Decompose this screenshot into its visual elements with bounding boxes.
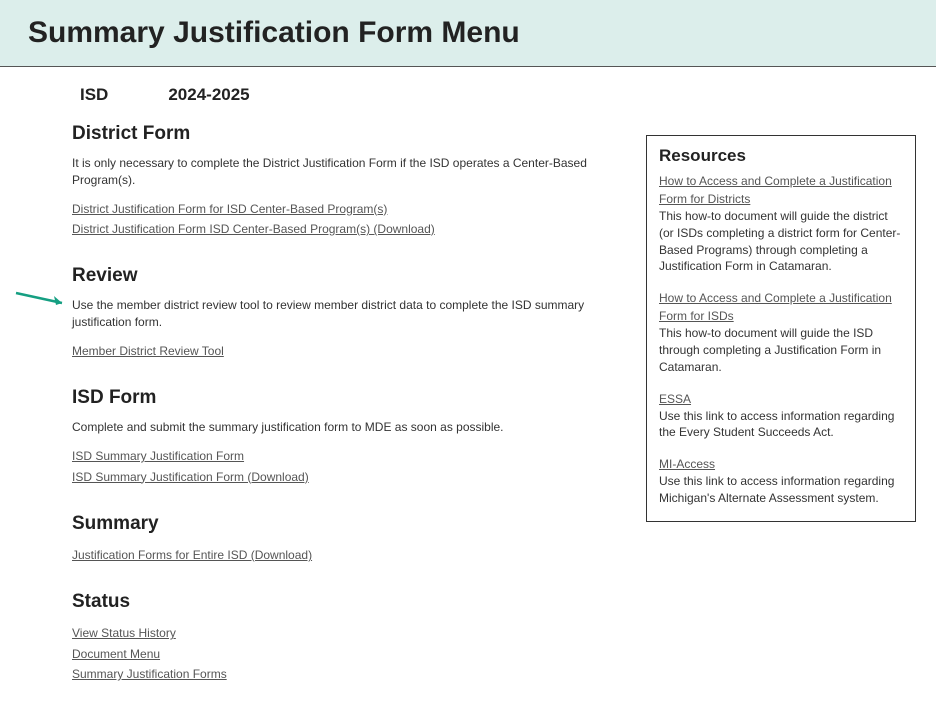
link-document-menu[interactable]: Document Menu bbox=[72, 644, 606, 664]
resources-box: Resources How to Access and Complete a J… bbox=[646, 135, 916, 522]
link-summary-justification-forms[interactable]: Summary Justification Forms bbox=[72, 664, 606, 684]
resource-desc: This how-to document will guide the ISD … bbox=[659, 325, 903, 375]
link-justification-forms-entire-isd-download[interactable]: Justification Forms for Entire ISD (Down… bbox=[72, 545, 606, 565]
section-desc: Use the member district review tool to r… bbox=[72, 297, 606, 331]
resource-link-essa[interactable]: ESSA bbox=[659, 392, 691, 406]
section-heading: Review bbox=[72, 265, 606, 287]
section-heading: District Form bbox=[72, 123, 606, 145]
breadcrumb-year: 2024-2025 bbox=[168, 85, 249, 105]
section-isd-form: ISD Form Complete and submit the summary… bbox=[72, 387, 606, 487]
resource-link-howto-districts[interactable]: How to Access and Complete a Justificati… bbox=[659, 174, 892, 206]
link-list: View Status History Document Menu Summar… bbox=[72, 623, 606, 684]
link-isd-summary-justification-form-download[interactable]: ISD Summary Justification Form (Download… bbox=[72, 467, 606, 487]
section-district-form: District Form It is only necessary to co… bbox=[72, 123, 606, 239]
resource-desc: Use this link to access information rega… bbox=[659, 473, 903, 507]
section-status: Status View Status History Document Menu… bbox=[72, 591, 606, 684]
section-summary: Summary Justification Forms for Entire I… bbox=[72, 513, 606, 565]
breadcrumb: ISD 2024-2025 bbox=[0, 67, 936, 123]
content-wrapper: District Form It is only necessary to co… bbox=[0, 123, 936, 711]
link-member-district-review-tool[interactable]: Member District Review Tool bbox=[72, 341, 606, 361]
link-district-justification-form[interactable]: District Justification Form for ISD Cent… bbox=[72, 199, 606, 219]
link-list: District Justification Form for ISD Cent… bbox=[72, 199, 606, 240]
resource-link-miaccess[interactable]: MI-Access bbox=[659, 457, 715, 471]
link-isd-summary-justification-form[interactable]: ISD Summary Justification Form bbox=[72, 446, 606, 466]
resource-item: How to Access and Complete a Justificati… bbox=[659, 289, 903, 375]
resource-desc: Use this link to access information rega… bbox=[659, 408, 903, 442]
section-heading: Status bbox=[72, 591, 606, 613]
breadcrumb-org: ISD bbox=[80, 85, 108, 105]
link-list: Justification Forms for Entire ISD (Down… bbox=[72, 545, 606, 565]
resource-desc: This how-to document will guide the dist… bbox=[659, 208, 903, 275]
page-title: Summary Justification Form Menu bbox=[28, 16, 908, 50]
section-desc: It is only necessary to complete the Dis… bbox=[72, 155, 606, 189]
resource-item: How to Access and Complete a Justificati… bbox=[659, 172, 903, 275]
resource-item: MI-Access Use this link to access inform… bbox=[659, 455, 903, 507]
link-list: ISD Summary Justification Form ISD Summa… bbox=[72, 446, 606, 487]
section-heading: Summary bbox=[72, 513, 606, 535]
resource-item: ESSA Use this link to access information… bbox=[659, 390, 903, 442]
resource-link-howto-isds[interactable]: How to Access and Complete a Justificati… bbox=[659, 291, 892, 323]
link-list: Member District Review Tool bbox=[72, 341, 606, 361]
section-heading: ISD Form bbox=[72, 387, 606, 409]
link-view-status-history[interactable]: View Status History bbox=[72, 623, 606, 643]
section-desc: Complete and submit the summary justific… bbox=[72, 419, 606, 436]
link-district-justification-form-download[interactable]: District Justification Form ISD Center-B… bbox=[72, 219, 606, 239]
section-review: Review Use the member district review to… bbox=[72, 265, 606, 361]
resources-title: Resources bbox=[659, 146, 903, 166]
main-column: District Form It is only necessary to co… bbox=[10, 123, 616, 711]
header-banner: Summary Justification Form Menu bbox=[0, 0, 936, 67]
